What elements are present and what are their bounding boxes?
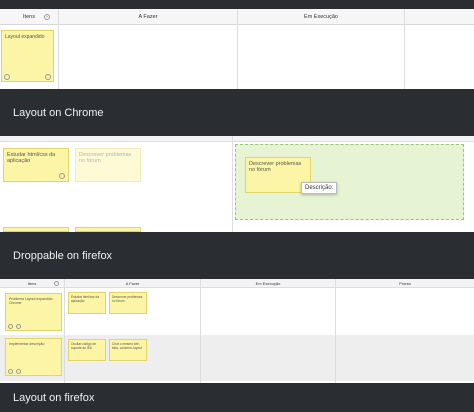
column-divider [58, 9, 59, 89]
firefox-board-screenshot: Itens A Fazer Em Execução Pronto Problem… [0, 279, 474, 383]
caption-droppable: Droppable on firefox [0, 232, 474, 279]
add-task-icon[interactable] [16, 369, 21, 374]
column-divider [237, 9, 238, 89]
edit-icon[interactable] [8, 369, 13, 374]
edit-icon[interactable] [8, 324, 13, 329]
extra-column-header [405, 9, 474, 25]
task-card-study[interactable]: Estudar html/css da aplicação [3, 148, 69, 182]
add-item-icon[interactable]: + [44, 14, 50, 20]
em-execucao-column-header: Em Execução [238, 9, 404, 25]
board-header-strip [0, 136, 474, 142]
column-divider [404, 9, 405, 89]
column-divider [232, 136, 233, 232]
item-card-layout[interactable]: Problema Layout expandido Chrome [5, 293, 62, 331]
caption-chrome: Layout on Chrome [0, 89, 474, 136]
a-fazer-column-header: A Fazer [59, 9, 237, 25]
column-divider [335, 279, 336, 383]
add-task-icon[interactable] [16, 324, 21, 329]
top-dark-strip [0, 0, 474, 9]
chrome-board-screenshot: Itens + A Fazer Em Execução Layout expan… [0, 9, 474, 89]
a-fazer-column-header: A Fazer [65, 279, 200, 288]
expanded-item-note[interactable]: Layout expandido [1, 30, 54, 82]
add-task-icon[interactable] [59, 173, 65, 179]
column-divider [200, 279, 201, 383]
description-tooltip: Descrição: [301, 182, 338, 194]
task-card-study[interactable]: Estudar html/css da aplicação [68, 292, 106, 314]
add-item-icon[interactable] [54, 281, 59, 286]
task-card-ie6[interactable]: Ocultar código de suporte ao IE6 [68, 339, 106, 361]
add-task-icon[interactable] [45, 74, 51, 80]
column-divider [64, 279, 65, 383]
caption-firefox: Layout on firefox [0, 383, 474, 412]
pronto-column-header: Pronto [336, 279, 474, 288]
task-card-ghost: Descrever problemas no fórum [75, 148, 141, 182]
em-execucao-column-header: Em Execução [201, 279, 335, 288]
droppable-screenshot: Estudar html/css da aplicação Descrever … [0, 136, 474, 232]
edit-icon[interactable] [4, 74, 10, 80]
item-card-description[interactable]: Implementar descrição [5, 338, 62, 376]
task-card-site[interactable]: Criar o mesmo site, tabs, columns, layou… [109, 339, 147, 361]
task-card-forum[interactable]: Descrever problemas no fórum [109, 292, 147, 314]
